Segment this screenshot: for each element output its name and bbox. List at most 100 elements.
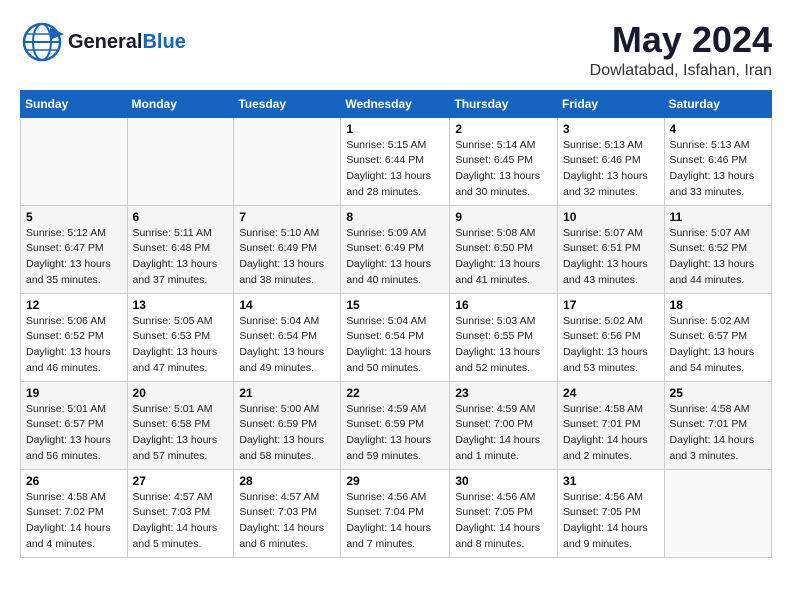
day-number: 24 — [563, 386, 659, 400]
day-info: Sunrise: 5:02 AMSunset: 6:56 PMDaylight:… — [563, 314, 659, 377]
day-number: 4 — [670, 122, 766, 136]
day-info: Sunrise: 5:10 AMSunset: 6:49 PMDaylight:… — [239, 226, 335, 289]
day-number: 22 — [346, 386, 444, 400]
day-info: Sunrise: 5:13 AMSunset: 6:46 PMDaylight:… — [563, 138, 659, 201]
day-info: Sunrise: 5:04 AMSunset: 6:54 PMDaylight:… — [239, 314, 335, 377]
calendar-cell: 20 Sunrise: 5:01 AMSunset: 6:58 PMDayligh… — [127, 381, 234, 469]
day-info: Sunrise: 5:05 AMSunset: 6:53 PMDaylight:… — [133, 314, 229, 377]
day-info: Sunrise: 4:56 AMSunset: 7:05 PMDaylight:… — [455, 490, 552, 553]
logo-blue: Blue — [142, 31, 185, 53]
calendar-cell: 27 Sunrise: 4:57 AMSunset: 7:03 PMDayligh… — [127, 469, 234, 557]
weekday-header-row: SundayMondayTuesdayWednesdayThursdayFrid… — [21, 90, 772, 117]
calendar-cell: 21 Sunrise: 5:00 AMSunset: 6:59 PMDayligh… — [234, 381, 341, 469]
calendar-cell: 17 Sunrise: 5:02 AMSunset: 6:56 PMDayligh… — [558, 293, 665, 381]
day-number: 15 — [346, 298, 444, 312]
day-number: 28 — [239, 474, 335, 488]
day-info: Sunrise: 4:58 AMSunset: 7:01 PMDaylight:… — [670, 402, 766, 465]
day-number: 7 — [239, 210, 335, 224]
day-number: 8 — [346, 210, 444, 224]
calendar-cell: 7 Sunrise: 5:10 AMSunset: 6:49 PMDaylight… — [234, 205, 341, 293]
day-info: Sunrise: 5:03 AMSunset: 6:55 PMDaylight:… — [455, 314, 552, 377]
calendar-cell — [21, 117, 128, 205]
calendar-cell: 22 Sunrise: 4:59 AMSunset: 6:59 PMDayligh… — [341, 381, 450, 469]
calendar-week-1: 1 Sunrise: 5:15 AMSunset: 6:44 PMDaylight… — [21, 117, 772, 205]
day-number: 13 — [133, 298, 229, 312]
day-number: 26 — [26, 474, 122, 488]
calendar-cell: 5 Sunrise: 5:12 AMSunset: 6:47 PMDaylight… — [21, 205, 128, 293]
calendar-cell: 11Sunrise: 5:07 AMSunset: 6:52 PMDayligh… — [664, 205, 771, 293]
day-info: Sunrise: 5:06 AMSunset: 6:52 PMDaylight:… — [26, 314, 122, 377]
day-info: Sunrise: 4:59 AMSunset: 7:00 PMDaylight:… — [455, 402, 552, 465]
weekday-wednesday: Wednesday — [341, 90, 450, 117]
day-info: Sunrise: 5:00 AMSunset: 6:59 PMDaylight:… — [239, 402, 335, 465]
day-number: 20 — [133, 386, 229, 400]
day-number: 19 — [26, 386, 122, 400]
day-info: Sunrise: 4:56 AMSunset: 7:05 PMDaylight:… — [563, 490, 659, 553]
day-number: 9 — [455, 210, 552, 224]
day-info: Sunrise: 4:56 AMSunset: 7:04 PMDaylight:… — [346, 490, 444, 553]
calendar-week-3: 12 Sunrise: 5:06 AMSunset: 6:52 PMDayligh… — [21, 293, 772, 381]
day-info: Sunrise: 5:11 AMSunset: 6:48 PMDaylight:… — [133, 226, 229, 289]
calendar-cell: 15 Sunrise: 5:04 AMSunset: 6:54 PMDayligh… — [341, 293, 450, 381]
month-title: May 2024 — [590, 20, 772, 60]
calendar-cell: 31 Sunrise: 4:56 AMSunset: 7:05 PMDayligh… — [558, 469, 665, 557]
weekday-friday: Friday — [558, 90, 665, 117]
calendar-cell: 29Sunrise: 4:56 AMSunset: 7:04 PMDayligh… — [341, 469, 450, 557]
day-number: 30 — [455, 474, 552, 488]
title-area: May 2024 Dowlatabad, Isfahan, Iran — [590, 20, 772, 80]
calendar-cell: 25 Sunrise: 4:58 AMSunset: 7:01 PMDayligh… — [664, 381, 771, 469]
day-info: Sunrise: 5:13 AMSunset: 6:46 PMDaylight:… — [670, 138, 766, 201]
calendar-cell: 2 Sunrise: 5:14 AMSunset: 6:45 PMDaylight… — [450, 117, 558, 205]
day-number: 14 — [239, 298, 335, 312]
day-info: Sunrise: 5:14 AMSunset: 6:45 PMDaylight:… — [455, 138, 552, 201]
day-number: 16 — [455, 298, 552, 312]
day-info: Sunrise: 5:04 AMSunset: 6:54 PMDaylight:… — [346, 314, 444, 377]
calendar-cell: 23 Sunrise: 4:59 AMSunset: 7:00 PMDayligh… — [450, 381, 558, 469]
calendar-cell: 28 Sunrise: 4:57 AMSunset: 7:03 PMDayligh… — [234, 469, 341, 557]
day-info: Sunrise: 4:58 AMSunset: 7:02 PMDaylight:… — [26, 490, 122, 553]
day-number: 2 — [455, 122, 552, 136]
day-info: Sunrise: 4:59 AMSunset: 6:59 PMDaylight:… — [346, 402, 444, 465]
logo-icon — [20, 20, 64, 64]
day-info: Sunrise: 4:58 AMSunset: 7:01 PMDaylight:… — [563, 402, 659, 465]
day-number: 17 — [563, 298, 659, 312]
day-number: 10 — [563, 210, 659, 224]
weekday-tuesday: Tuesday — [234, 90, 341, 117]
day-info: Sunrise: 5:12 AMSunset: 6:47 PMDaylight:… — [26, 226, 122, 289]
day-info: Sunrise: 4:57 AMSunset: 7:03 PMDaylight:… — [239, 490, 335, 553]
page-header: GeneralBlue May 2024 Dowlatabad, Isfahan… — [20, 20, 772, 80]
day-number: 21 — [239, 386, 335, 400]
logo-general: General — [68, 31, 142, 53]
day-info: Sunrise: 5:02 AMSunset: 6:57 PMDaylight:… — [670, 314, 766, 377]
day-number: 27 — [133, 474, 229, 488]
calendar-cell: 24 Sunrise: 4:58 AMSunset: 7:01 PMDayligh… — [558, 381, 665, 469]
day-info: Sunrise: 4:57 AMSunset: 7:03 PMDaylight:… — [133, 490, 229, 553]
day-info: Sunrise: 5:01 AMSunset: 6:57 PMDaylight:… — [26, 402, 122, 465]
day-number: 23 — [455, 386, 552, 400]
day-info: Sunrise: 5:01 AMSunset: 6:58 PMDaylight:… — [133, 402, 229, 465]
day-number: 12 — [26, 298, 122, 312]
weekday-monday: Monday — [127, 90, 234, 117]
day-number: 31 — [563, 474, 659, 488]
calendar-cell — [127, 117, 234, 205]
day-number: 25 — [670, 386, 766, 400]
day-number: 3 — [563, 122, 659, 136]
calendar-cell: 12 Sunrise: 5:06 AMSunset: 6:52 PMDayligh… — [21, 293, 128, 381]
day-info: Sunrise: 5:15 AMSunset: 6:44 PMDaylight:… — [346, 138, 444, 201]
calendar-cell: 14 Sunrise: 5:04 AMSunset: 6:54 PMDayligh… — [234, 293, 341, 381]
calendar-cell: 3 Sunrise: 5:13 AMSunset: 6:46 PMDaylight… — [558, 117, 665, 205]
day-info: Sunrise: 5:07 AMSunset: 6:51 PMDaylight:… — [563, 226, 659, 289]
logo-text: GeneralBlue — [68, 31, 186, 53]
day-number: 5 — [26, 210, 122, 224]
calendar-cell: 8 Sunrise: 5:09 AMSunset: 6:49 PMDaylight… — [341, 205, 450, 293]
location-title: Dowlatabad, Isfahan, Iran — [590, 62, 772, 80]
calendar-cell — [664, 469, 771, 557]
day-number: 11 — [670, 210, 766, 224]
day-number: 6 — [133, 210, 229, 224]
day-number: 1 — [346, 122, 444, 136]
day-info: Sunrise: 5:09 AMSunset: 6:49 PMDaylight:… — [346, 226, 444, 289]
calendar-cell: 9Sunrise: 5:08 AMSunset: 6:50 PMDaylight… — [450, 205, 558, 293]
calendar-cell: 4 Sunrise: 5:13 AMSunset: 6:46 PMDaylight… — [664, 117, 771, 205]
weekday-sunday: Sunday — [21, 90, 128, 117]
weekday-thursday: Thursday — [450, 90, 558, 117]
